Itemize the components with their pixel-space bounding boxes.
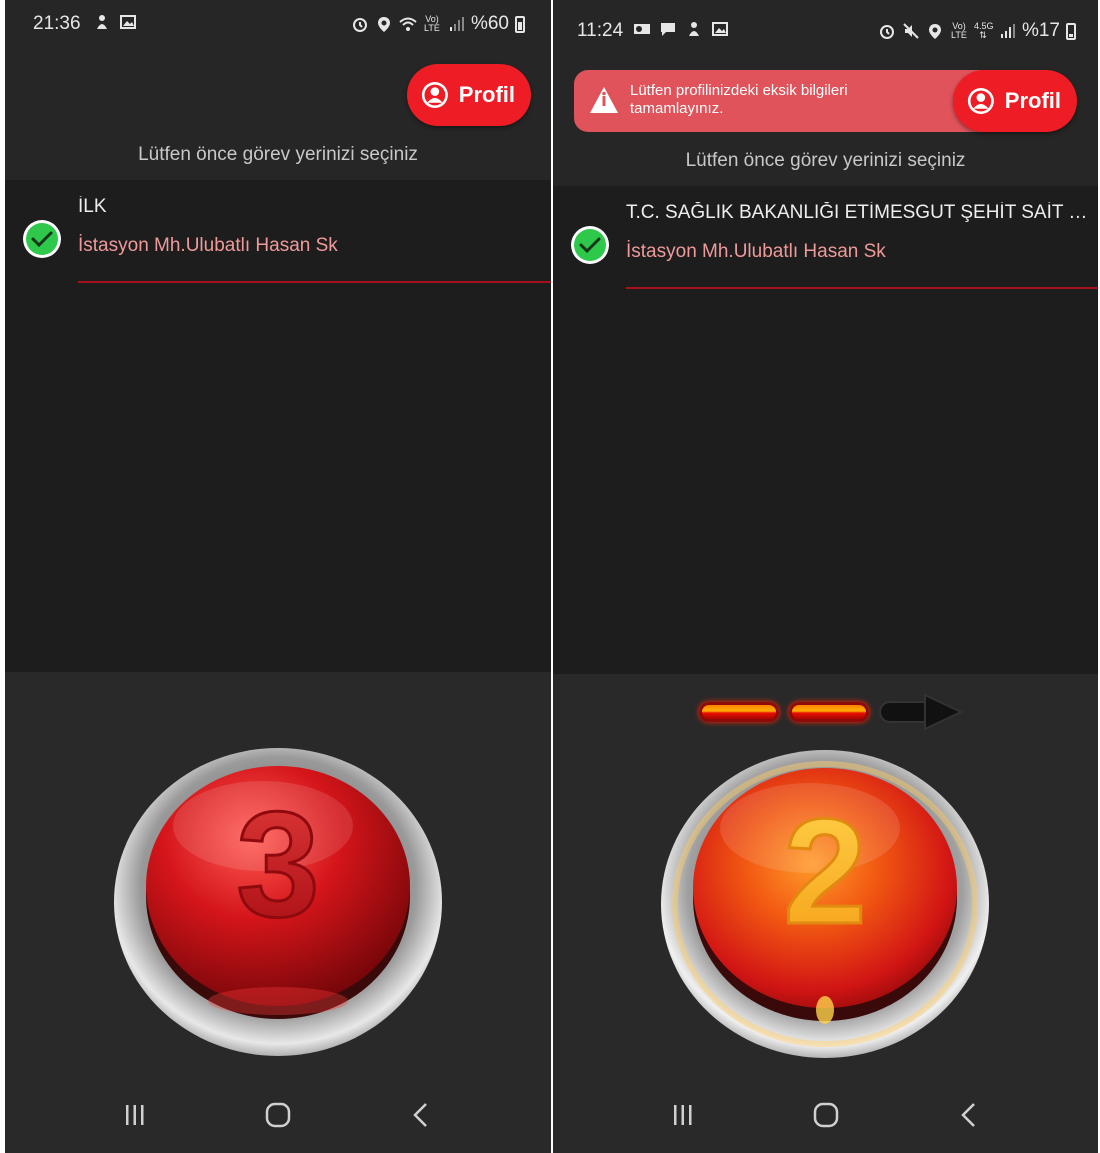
message-icon — [659, 20, 677, 38]
battery-percent: %60 — [470, 13, 509, 34]
status-bar: 21:36 Vo) LTE %60 — [5, 0, 551, 50]
progress-dash — [789, 702, 869, 722]
button-number: 3 — [236, 780, 319, 948]
recent-apps-icon[interactable] — [671, 1103, 695, 1127]
status-time: 21:36 — [33, 13, 81, 34]
right-screen: 11:24 Vo) LTE 4.5G ⇅ %17 Lütfen profilin… — [553, 0, 1098, 1153]
banner-text: Lütfen profilinizdeki eksik bilgileri ta… — [630, 82, 848, 117]
location-list: T.C. SAĞLIK BAKANLIĞI ETİMESGUT ŞEHİT SA… — [553, 186, 1098, 674]
location-title: T.C. SAĞLIK BAKANLIĞI ETİMESGUT ŞEHİT SA… — [626, 202, 1090, 223]
status-time: 11:24 — [577, 20, 624, 41]
emergency-button[interactable]: 3 — [113, 746, 443, 1058]
mute-icon — [902, 22, 920, 40]
incomplete-profile-banner[interactable]: Lütfen profilinizdeki eksik bilgileri ta… — [574, 70, 1014, 132]
item-divider — [626, 287, 1098, 289]
progress-arrow — [699, 692, 963, 732]
emergency-button[interactable]: 2 — [660, 748, 990, 1060]
user-avatar-icon — [967, 87, 994, 115]
user-avatar-icon — [421, 81, 448, 109]
location-list: İLK İstasyon Mh.Ulubatlı Hasan Sk — [5, 180, 551, 672]
notification-icon — [93, 13, 111, 31]
select-location-prompt: Lütfen önce görev yerinizi seçiniz — [138, 144, 418, 165]
outlook-icon — [633, 20, 651, 38]
navigation-bar — [553, 1083, 1098, 1153]
signal-icon — [998, 22, 1016, 40]
image-icon — [119, 13, 137, 31]
alarm-icon — [878, 22, 896, 40]
button-area: 2 — [553, 674, 1098, 1153]
battery-icon — [1066, 22, 1076, 40]
location-address: İstasyon Mh.Ulubatlı Hasan Sk — [78, 235, 338, 256]
volte-icon: Vo) LTE — [951, 21, 967, 40]
location-title: İLK — [78, 196, 107, 217]
volte-icon: Vo) LTE — [424, 14, 440, 33]
button-area: 3 — [5, 672, 551, 1153]
arrow-right-icon — [879, 693, 963, 731]
location-icon — [926, 22, 944, 40]
wifi-icon — [399, 15, 417, 33]
list-item[interactable]: İLK İstasyon Mh.Ulubatlı Hasan Sk — [5, 180, 551, 284]
recent-apps-icon[interactable] — [123, 1103, 147, 1127]
select-location-prompt: Lütfen önce görev yerinizi seçiniz — [685, 150, 966, 171]
back-icon[interactable] — [959, 1102, 977, 1128]
progress-dash — [699, 702, 779, 722]
warning-icon — [590, 87, 618, 113]
check-circle-icon — [23, 220, 61, 258]
profile-button-label: Profil — [458, 82, 515, 107]
item-divider — [78, 281, 551, 283]
check-circle-icon — [571, 226, 609, 264]
notification-icon — [685, 20, 703, 38]
button-number: 2 — [783, 787, 866, 955]
status-bar: 11:24 Vo) LTE 4.5G ⇅ %17 — [553, 0, 1098, 50]
list-item[interactable]: T.C. SAĞLIK BAKANLIĞI ETİMESGUT ŞEHİT SA… — [553, 186, 1098, 290]
network-4-5g-icon: 4.5G ⇅ — [973, 21, 994, 40]
back-icon[interactable] — [411, 1102, 429, 1128]
profile-button-label: Profil — [1004, 88, 1061, 113]
battery-icon — [515, 15, 525, 33]
navigation-bar — [5, 1083, 551, 1153]
signal-icon — [447, 15, 465, 33]
home-icon[interactable] — [813, 1102, 839, 1128]
home-icon[interactable] — [265, 1102, 291, 1128]
profile-button[interactable]: Profil — [407, 64, 531, 126]
profile-button[interactable]: Profil — [953, 70, 1077, 132]
alarm-icon — [351, 15, 369, 33]
image-icon — [711, 20, 729, 38]
location-address: İstasyon Mh.Ulubatlı Hasan Sk — [626, 241, 886, 262]
left-screen: 21:36 Vo) LTE %60 Profil Lütfen önce gör… — [5, 0, 551, 1153]
location-icon — [375, 15, 393, 33]
battery-percent: %17 — [1021, 20, 1060, 41]
